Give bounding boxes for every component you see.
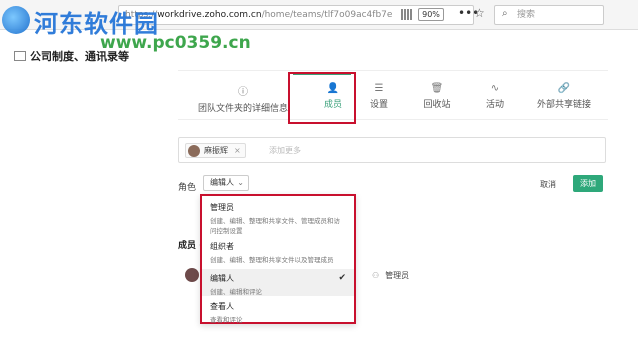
avatar [185, 268, 199, 282]
bookmark-star-icon[interactable]: ☆ [474, 6, 485, 20]
invite-members-input[interactable]: 麻振辉 × 添加更多 [178, 137, 606, 163]
role-dropdown-menu: 管理员 创建、编辑、整理和共享文件、管理成员和访问控制设置 组织者 创建、编辑、… [200, 194, 356, 324]
link-icon: 🔗 [557, 83, 571, 94]
role-option-desc: 查看和评论 [210, 316, 243, 324]
tab-trash-label: 回收站 [423, 100, 451, 110]
tab-activity-label: 活动 [485, 100, 504, 110]
role-option-admin[interactable]: 管理员 创建、编辑、整理和共享文件、管理成员和访问控制设置 [202, 202, 354, 236]
watermark-logo-icon [2, 6, 30, 34]
activity-icon: ∿ [490, 83, 500, 94]
user-icon: ⚇ [372, 271, 380, 280]
member-role-label: 管理员 [385, 271, 410, 280]
tab-trash[interactable]: 🗑 回收站 [406, 83, 468, 110]
avatar [188, 145, 200, 157]
sliders-icon: ☰ [374, 83, 384, 94]
tab-external-links-label: 外部共享链接 [536, 100, 591, 110]
tab-activity[interactable]: ∿ 活动 [464, 83, 526, 110]
browser-search-input[interactable]: ⌕ 搜索 [494, 5, 604, 25]
member-role: ⚇ 管理员 [372, 270, 409, 281]
team-folder-icon [14, 51, 26, 61]
member-chip: 麻振辉 × [185, 143, 246, 158]
role-select[interactable]: 编辑人 ⌄ [203, 175, 249, 191]
role-option-title: 管理员 [210, 203, 234, 212]
team-name: 公司制度、通讯录等 [30, 50, 129, 63]
members-tab-highlight [288, 72, 356, 124]
role-option-viewer[interactable]: 查看人 查看和评论 [202, 301, 354, 324]
url-host: workdrive.zoho.com.cn [157, 10, 262, 20]
role-option-title: 查看人 [210, 302, 234, 311]
info-icon: ⓘ [238, 87, 248, 98]
url-path: /home/teams/tlf7o09ac4fb7e [261, 10, 393, 20]
role-label: 角色 [178, 183, 197, 193]
role-option-desc: 创建、编辑、整理和共享文件、管理成员和访问控制设置 [210, 217, 340, 235]
cancel-button[interactable]: 取消 [540, 179, 556, 190]
team-tabs: ⓘ 团队文件夹的详细信息 👤 成员 ☰ 设置 🗑 回收站 ∿ 活动 🔗 外部共享… [178, 70, 608, 120]
chip-name: 麻振辉 [204, 146, 228, 155]
role-option-desc: 创建、编辑、整理和共享文件以及管理成员 [210, 256, 334, 264]
role-option-title: 组织者 [210, 242, 234, 251]
qr-code-icon[interactable] [401, 9, 412, 20]
role-option-organizer[interactable]: 组织者 创建、编辑、整理和共享文件以及管理成员 [202, 241, 354, 265]
chevron-down-icon: ⌄ [237, 178, 244, 187]
tab-details-label: 团队文件夹的详细信息 [197, 104, 288, 114]
add-button[interactable]: 添加 [573, 175, 603, 192]
role-select-value: 编辑人 [210, 178, 234, 187]
zoom-level[interactable]: 90% [418, 8, 444, 21]
tab-settings-label: 设置 [369, 100, 388, 110]
tab-external-links[interactable]: 🔗 外部共享链接 [524, 83, 604, 110]
search-icon: ⌕ [502, 8, 508, 19]
search-placeholder: 搜索 [517, 10, 536, 20]
tab-settings[interactable]: ☰ 设置 [348, 83, 410, 110]
team-title: 公司制度、通讯录等 [14, 48, 129, 64]
role-option-desc: 创建、编辑和评论 [210, 288, 262, 296]
tab-details[interactable]: ⓘ 团队文件夹的详细信息 [188, 83, 298, 114]
role-option-title: 编辑人 [210, 274, 234, 283]
remove-chip-icon[interactable]: × [234, 146, 241, 155]
checkmark-icon: ✔ [338, 273, 346, 283]
role-option-editor[interactable]: 编辑人 创建、编辑和评论 ✔ [202, 269, 354, 296]
trash-icon: 🗑 [430, 83, 444, 94]
invite-placeholder: 添加更多 [269, 146, 301, 155]
